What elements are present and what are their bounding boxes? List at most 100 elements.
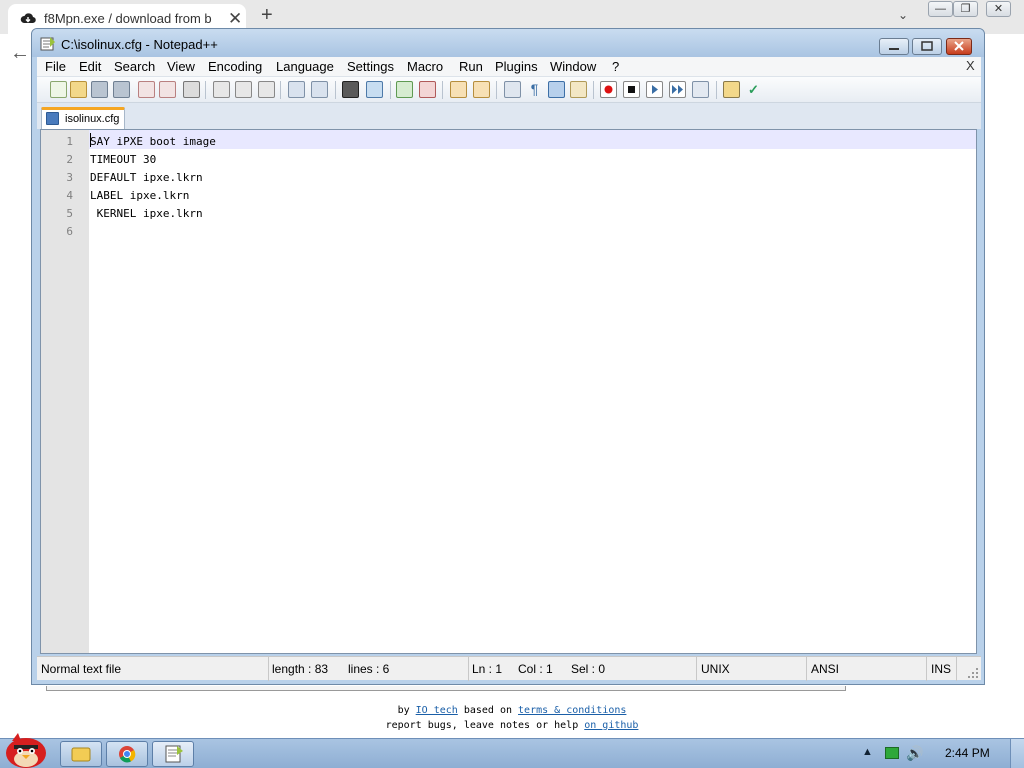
redo-icon[interactable]: [311, 81, 328, 98]
footer-by-text: by: [397, 705, 416, 716]
document-tab[interactable]: isolinux.cfg: [41, 107, 125, 129]
status-col: Col : 1: [518, 662, 553, 676]
code-line[interactable]: SAY iPXE boot image: [90, 135, 216, 148]
terms-link[interactable]: terms & conditions: [518, 705, 626, 716]
menu-plugins[interactable]: Plugins: [495, 59, 538, 74]
volume-icon[interactable]: 🔊: [906, 745, 923, 762]
spell-check-icon[interactable]: ✓: [745, 81, 762, 98]
show-hidden-icons-icon[interactable]: ▲: [862, 746, 873, 758]
text-caret: [90, 133, 91, 147]
browser-tab-title: f8Mpn.exe / download from b: [44, 11, 212, 26]
taskbar-clock[interactable]: 2:44 PM: [945, 746, 990, 760]
show-all-characters-icon[interactable]: ¶: [526, 81, 543, 98]
save-all-icon[interactable]: [113, 81, 130, 98]
current-line-highlight: [89, 130, 976, 149]
menu-view[interactable]: View: [167, 59, 195, 74]
chrome-icon: [119, 746, 136, 763]
user-language-icon[interactable]: [570, 81, 587, 98]
author-link[interactable]: IO tech: [416, 705, 458, 716]
footer-based-text: based on: [457, 705, 519, 716]
undo-icon[interactable]: [288, 81, 305, 98]
status-eol: UNIX: [701, 662, 730, 676]
fast-forward-icon: [672, 85, 683, 94]
play-triangle-icon: [652, 85, 658, 94]
code-line[interactable]: LABEL ipxe.lkrn: [90, 189, 189, 202]
menu-run[interactable]: Run: [459, 59, 483, 74]
run-macro-multiple-icon[interactable]: [669, 81, 686, 98]
menu-macro[interactable]: Macro: [407, 59, 443, 74]
menu-encoding[interactable]: Encoding: [208, 59, 262, 74]
sync-vertical-icon[interactable]: [450, 81, 467, 98]
code-line[interactable]: DEFAULT ipxe.lkrn: [90, 171, 203, 184]
paste-icon[interactable]: [258, 81, 275, 98]
replace-icon[interactable]: [366, 81, 383, 98]
cut-icon[interactable]: [213, 81, 230, 98]
close-all-icon[interactable]: [159, 81, 176, 98]
stop-macro-icon[interactable]: [623, 81, 640, 98]
folder-icon: [71, 747, 91, 762]
notepad-icon: [165, 745, 183, 763]
back-arrow-icon[interactable]: ←: [10, 42, 30, 65]
menu-window[interactable]: Window: [550, 59, 596, 74]
saved-file-icon: [46, 112, 59, 125]
folder-workspace-icon[interactable]: [723, 81, 740, 98]
notepad-titlebar[interactable]: C:\isolinux.cfg - Notepad++: [32, 29, 984, 57]
indent-guide-icon[interactable]: [548, 81, 565, 98]
find-icon[interactable]: [342, 81, 359, 98]
close-icon: [954, 41, 964, 51]
menu-settings[interactable]: Settings: [347, 59, 394, 74]
page-footer: by IO tech based on terms & conditions r…: [0, 703, 1024, 733]
save-icon[interactable]: [91, 81, 108, 98]
notepad-close-button[interactable]: [946, 38, 972, 55]
print-icon[interactable]: [183, 81, 200, 98]
close-file-icon[interactable]: [138, 81, 155, 98]
play-macro-icon[interactable]: [646, 81, 663, 98]
zoom-out-icon[interactable]: [419, 81, 436, 98]
taskbar-chrome-button[interactable]: [106, 741, 148, 767]
status-length: length : 83: [272, 662, 329, 676]
page-panel-edge: [46, 686, 846, 691]
toolbar-separator: [593, 81, 594, 99]
footer-line-1: by IO tech based on terms & conditions: [0, 703, 1024, 718]
save-macro-icon[interactable]: [692, 81, 709, 98]
tab-search-icon[interactable]: ⌄: [898, 8, 908, 22]
notepad-window: C:\isolinux.cfg - Notepad++ File Edit Se…: [31, 28, 985, 685]
github-link[interactable]: on github: [584, 720, 638, 731]
record-macro-icon[interactable]: [600, 81, 617, 98]
document-tab-label: isolinux.cfg: [65, 113, 120, 125]
word-wrap-icon[interactable]: [504, 81, 521, 98]
tab-close-icon[interactable]: ✕: [228, 9, 242, 29]
menu-language[interactable]: Language: [276, 59, 334, 74]
browser-close-button[interactable]: ✕: [986, 1, 1011, 17]
zoom-in-icon[interactable]: [396, 81, 413, 98]
line-number: 3: [66, 171, 73, 184]
sync-horizontal-icon[interactable]: [473, 81, 490, 98]
notepad-tabbar: isolinux.cfg: [37, 103, 981, 129]
resize-grip-icon[interactable]: [967, 667, 979, 679]
show-desktop-button[interactable]: [1010, 739, 1024, 768]
close-document-button[interactable]: X: [966, 58, 975, 73]
network-icon[interactable]: [885, 747, 899, 759]
notepad-maximize-button[interactable]: [912, 38, 942, 55]
record-dot-icon: [604, 85, 613, 94]
copy-icon[interactable]: [235, 81, 252, 98]
menu-search[interactable]: Search: [114, 59, 155, 74]
open-file-icon[interactable]: [70, 81, 87, 98]
new-tab-button[interactable]: +: [261, 4, 273, 27]
toolbar-separator: [205, 81, 206, 99]
code-line[interactable]: TIMEOUT 30: [90, 153, 156, 166]
maximize-icon: [921, 41, 933, 51]
toolbar-separator: [442, 81, 443, 99]
taskbar-explorer-button[interactable]: [60, 741, 102, 767]
browser-restore-button[interactable]: ❐: [953, 1, 978, 17]
browser-minimize-button[interactable]: —: [928, 1, 953, 17]
menu-edit[interactable]: Edit: [79, 59, 101, 74]
editor-area[interactable]: 1 2 3 4 5 6 SAY iPXE boot image TIMEOUT …: [40, 129, 977, 654]
menu-help[interactable]: ?: [612, 59, 619, 74]
menu-file[interactable]: File: [45, 59, 66, 74]
code-line[interactable]: KERNEL ipxe.lkrn: [90, 207, 203, 220]
start-button-angry-bird-icon[interactable]: [2, 731, 50, 768]
notepad-minimize-button[interactable]: [879, 38, 909, 55]
taskbar-notepad-button[interactable]: [152, 741, 194, 767]
new-file-icon[interactable]: [50, 81, 67, 98]
